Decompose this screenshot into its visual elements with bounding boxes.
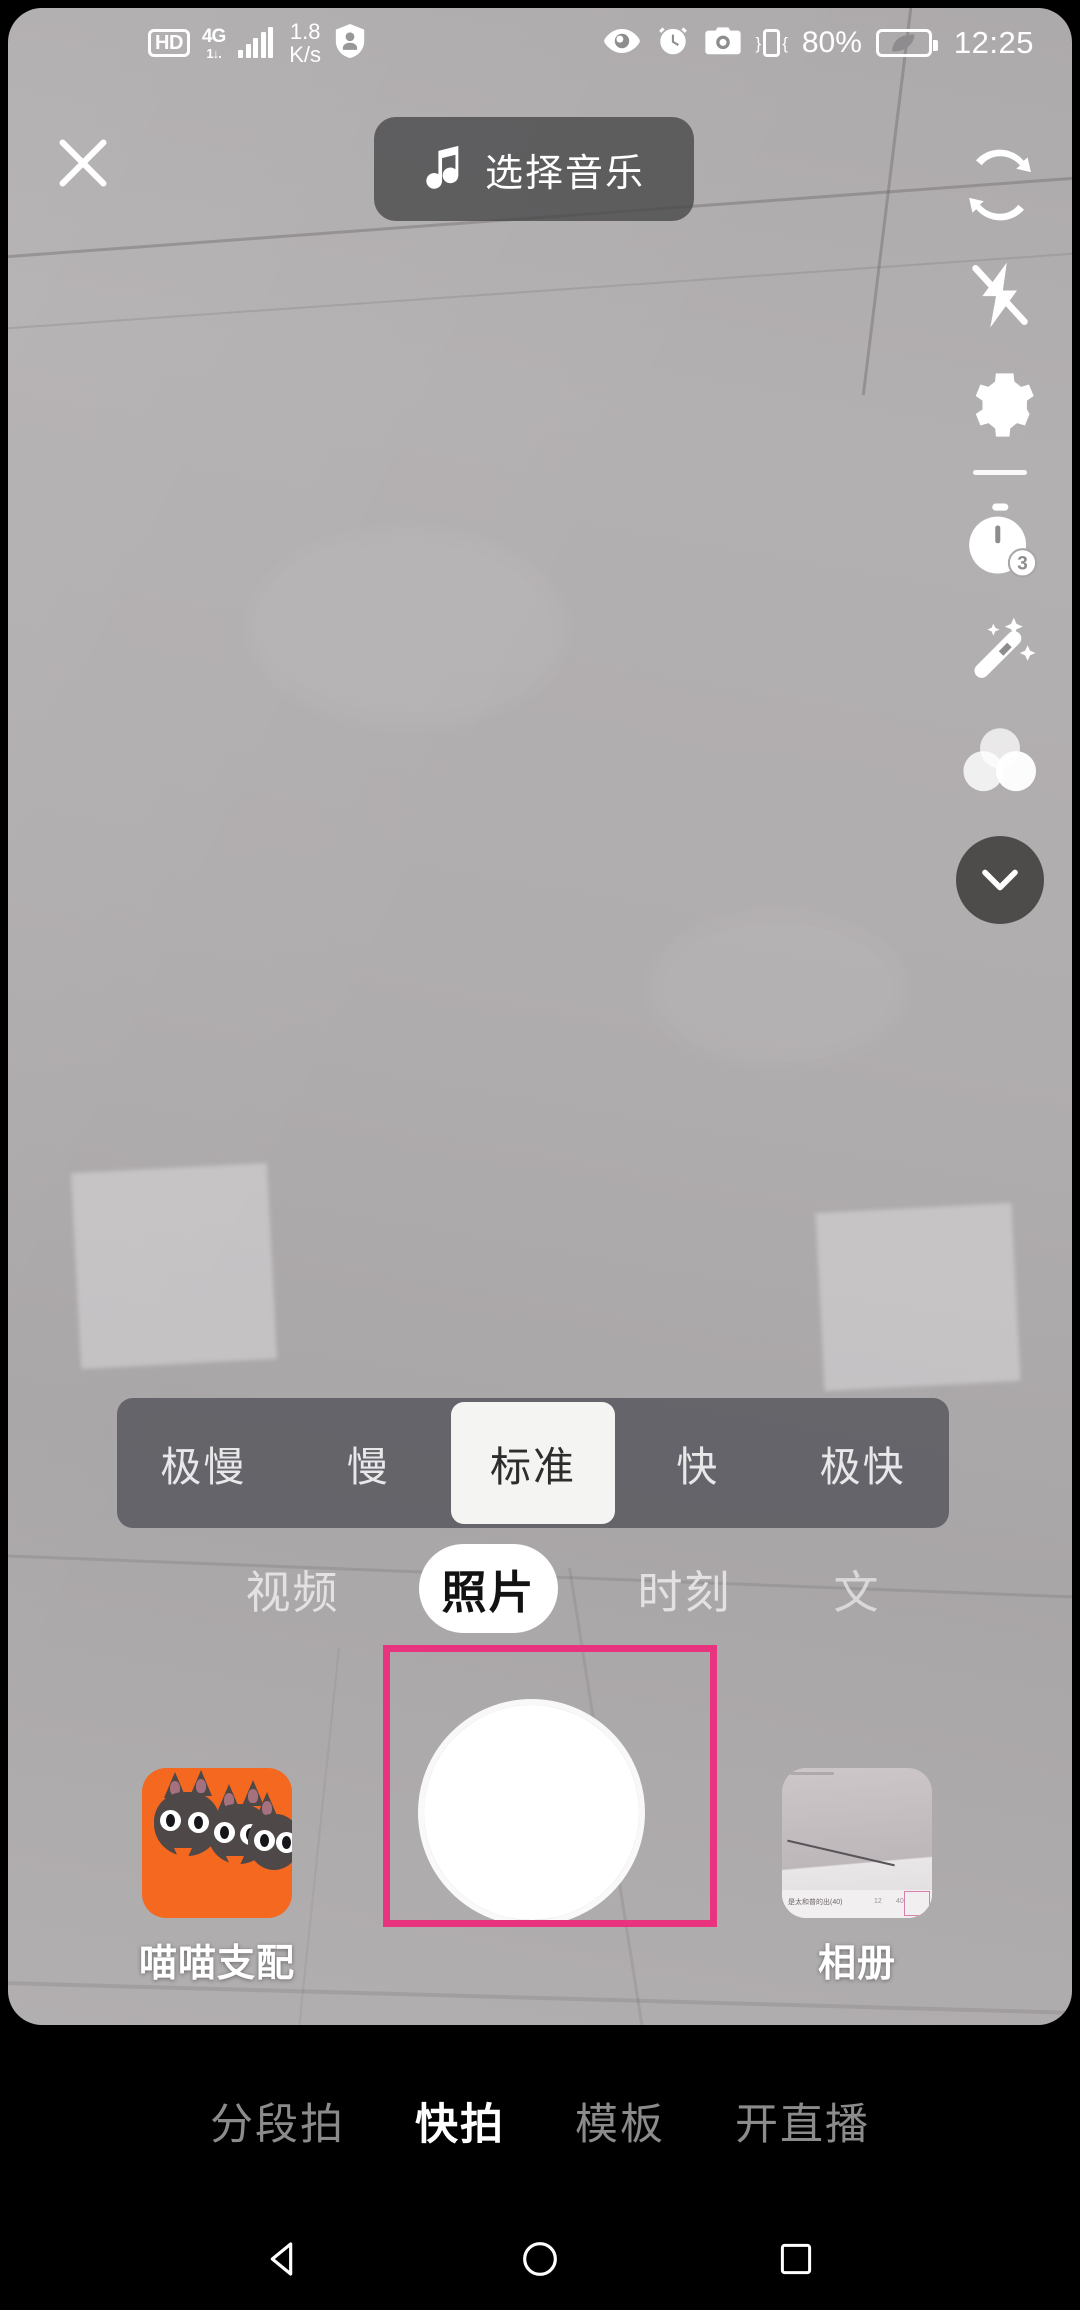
- speed-option-1[interactable]: 慢: [286, 1402, 451, 1524]
- floor-seam: [8, 247, 1072, 332]
- status-bar-right: }{ 80% 12:25: [602, 23, 1035, 64]
- eye-icon: [602, 27, 642, 60]
- music-note-icon: [423, 144, 463, 195]
- recents-square-icon[interactable]: [773, 2236, 819, 2282]
- nav-item-segment-shoot[interactable]: 分段拍: [210, 2090, 345, 2152]
- settings-gear-icon[interactable]: [940, 350, 1060, 460]
- gallery-shortcut[interactable]: 是太和普的出(40) 12 40 相册: [752, 1768, 962, 1987]
- mode-tab-photo[interactable]: 照片: [419, 1543, 558, 1633]
- thumb-detail: [787, 1839, 895, 1867]
- speed-option-2[interactable]: 标准: [450, 1402, 616, 1524]
- nav-item-live[interactable]: 开直播: [735, 2090, 870, 2152]
- battery-percent: 80%: [801, 26, 862, 59]
- hd-icon: HD: [148, 29, 190, 57]
- thumb-highlight-box: [904, 1891, 930, 1916]
- back-triangle-icon[interactable]: [261, 2236, 307, 2282]
- light-blotch: [248, 528, 568, 728]
- speed-option-4[interactable]: 极快: [780, 1402, 945, 1524]
- effect-label: 喵喵支配: [138, 1943, 295, 1985]
- floor-light-patch: [71, 1163, 277, 1369]
- shield-account-icon: [333, 22, 367, 65]
- thumb-num-1: 12: [874, 1898, 882, 1905]
- timer-badge-value: 3: [1017, 553, 1028, 574]
- home-circle-icon[interactable]: [517, 2236, 563, 2282]
- beautify-wand-icon[interactable]: [940, 595, 1060, 705]
- thumb-num-2: 40: [896, 1898, 904, 1905]
- floor-light-patch: [815, 1202, 1021, 1392]
- bottom-navigation[interactable]: 分段拍 快拍 模板 开直播: [0, 2033, 1080, 2209]
- nav-item-template[interactable]: 模板: [575, 2090, 665, 2152]
- mode-tab-video[interactable]: 视频: [223, 1544, 361, 1633]
- 4g-icon: 4G 1↓.: [201, 25, 226, 61]
- rail-divider: [973, 470, 1027, 475]
- speed-option-3[interactable]: 快: [615, 1402, 780, 1524]
- mode-tab-text[interactable]: 文: [812, 1544, 903, 1633]
- screenshot-camera-icon: [704, 26, 742, 61]
- shutter-button[interactable]: [424, 1705, 639, 1920]
- android-system-nav: [0, 2208, 1080, 2310]
- vibrate-icon: }{: [756, 29, 788, 57]
- timer-icon[interactable]: 3: [940, 485, 1060, 595]
- thumb-caption: 是太和普的出(40): [788, 1899, 843, 1906]
- light-blotch: [648, 908, 908, 1068]
- collapse-chevron-down-icon[interactable]: [940, 815, 1060, 945]
- thumb-detail: [790, 1772, 834, 1775]
- collapse-button[interactable]: [956, 836, 1044, 924]
- mode-tab-moment[interactable]: 时刻: [616, 1544, 754, 1633]
- filters-icon[interactable]: [940, 705, 1060, 815]
- battery-saver-icon: [875, 29, 938, 57]
- gallery-thumbnail[interactable]: 是太和普的出(40) 12 40: [782, 1768, 932, 1918]
- camera-tool-rail: 3: [940, 130, 1060, 945]
- signal-bars-icon: [238, 27, 274, 58]
- effect-thumbnail[interactable]: [142, 1768, 292, 1918]
- alarm-icon: [656, 23, 690, 64]
- capture-mode-tabs[interactable]: 视频 照片 时刻 文: [0, 1535, 1080, 1641]
- flash-off-icon[interactable]: [940, 240, 1060, 350]
- flip-camera-icon[interactable]: [940, 130, 1060, 240]
- phone-screen: HD 4G 1↓. 1.8 K/s} {80% 12:25 选择音乐 3 极…: [0, 0, 1080, 2310]
- close-button[interactable]: [48, 128, 118, 198]
- speed-selector[interactable]: 极慢 慢 标准 快 极快: [117, 1398, 949, 1528]
- effect-shortcut[interactable]: 喵喵支配: [112, 1768, 322, 1987]
- status-bar: HD 4G 1↓. 1.8 K/s} {80% 12:25: [0, 0, 1064, 86]
- gallery-label: 相册: [817, 1943, 896, 1985]
- select-music-label: 选择音乐: [484, 152, 645, 195]
- thumb-caption-strip: 是太和普的出(40) 12 40: [782, 1890, 932, 1918]
- nav-item-quick-shoot[interactable]: 快拍: [415, 2090, 505, 2152]
- status-bar-left: HD 4G 1↓. 1.8 K/s: [148, 18, 367, 67]
- select-music-button[interactable]: 选择音乐: [374, 117, 694, 221]
- clock-time: 12:25: [953, 25, 1034, 60]
- data-speed: 1.8 K/s: [289, 18, 322, 67]
- speed-option-0[interactable]: 极慢: [121, 1402, 286, 1524]
